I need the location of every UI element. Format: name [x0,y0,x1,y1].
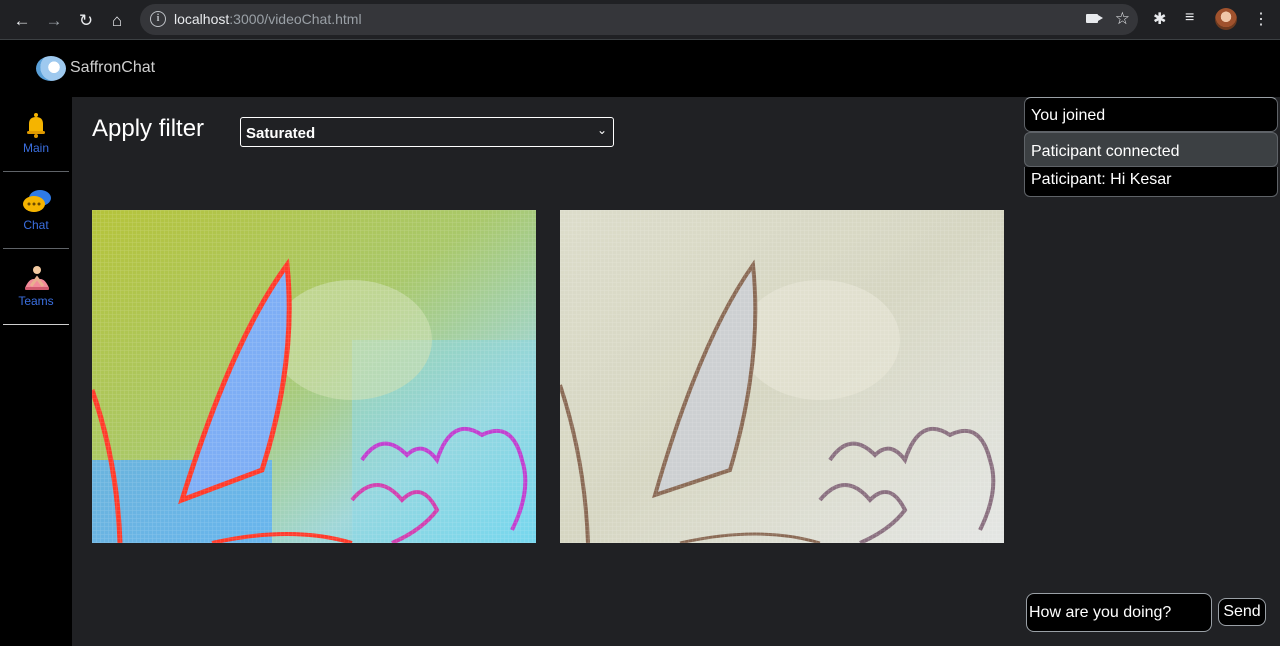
profile-avatar[interactable] [1215,8,1237,30]
local-video [92,210,536,543]
sidebar-item-chat[interactable]: Chat [3,174,69,247]
url-path: :3000/videoChat.html [229,11,362,27]
app-header: SaffronChat [0,40,1280,97]
sidebar-item-label: Chat [23,218,49,232]
home-icon[interactable]: ⌂ [105,8,129,32]
chat-message-input[interactable] [1026,593,1212,632]
chat-bubbles-icon [22,188,51,216]
back-icon[interactable]: ← [10,8,34,32]
bookmark-star-icon[interactable]: ☆ [1115,9,1130,29]
sidebar-item-label: Teams [18,294,54,308]
teams-icon [22,264,50,292]
filter-select-value: Saturated [246,125,316,142]
menu-kebab-icon[interactable]: ⋮ [1253,9,1269,29]
url-host: localhost [174,11,230,27]
send-button[interactable]: Send [1218,598,1266,626]
reload-icon[interactable]: ↻ [74,8,98,32]
chevron-down-icon: ⌄ [596,123,607,137]
sidebar-divider [3,324,69,325]
sidebar-item-teams[interactable]: Teams [3,250,69,323]
filter-label: Apply filter [92,115,205,142]
forward-icon[interactable]: → [42,8,66,32]
media-queue-icon[interactable]: ≡ [1185,9,1194,27]
address-bar[interactable]: i localhost:3000/videoChat.html ☆ [140,4,1138,35]
filter-select[interactable]: Saturated ⌄ [240,117,614,147]
sidebar: Main Chat Teams [0,97,72,646]
logo-icon [36,56,66,81]
browser-toolbar: ← → ↻ ⌂ i localhost:3000/videoChat.html … [0,0,1280,40]
app-brand: SaffronChat [70,59,156,76]
bell-icon [22,111,50,139]
sidebar-item-label: Main [22,141,49,155]
remote-video [560,210,1004,543]
camera-in-use-icon[interactable] [1086,14,1103,23]
url-text[interactable]: localhost:3000/videoChat.html [174,11,362,27]
sidebar-item-main[interactable]: Main [3,97,69,170]
sidebar-divider [3,171,69,172]
chat-message: Paticipant connected [1024,132,1278,167]
chat-message: Paticipant: Hi Kesar [1024,167,1278,197]
sidebar-divider [3,248,69,249]
chat-message: You joined [1024,97,1278,132]
extensions-icon[interactable]: ✱ [1153,9,1166,29]
site-info-icon[interactable]: i [150,11,166,27]
